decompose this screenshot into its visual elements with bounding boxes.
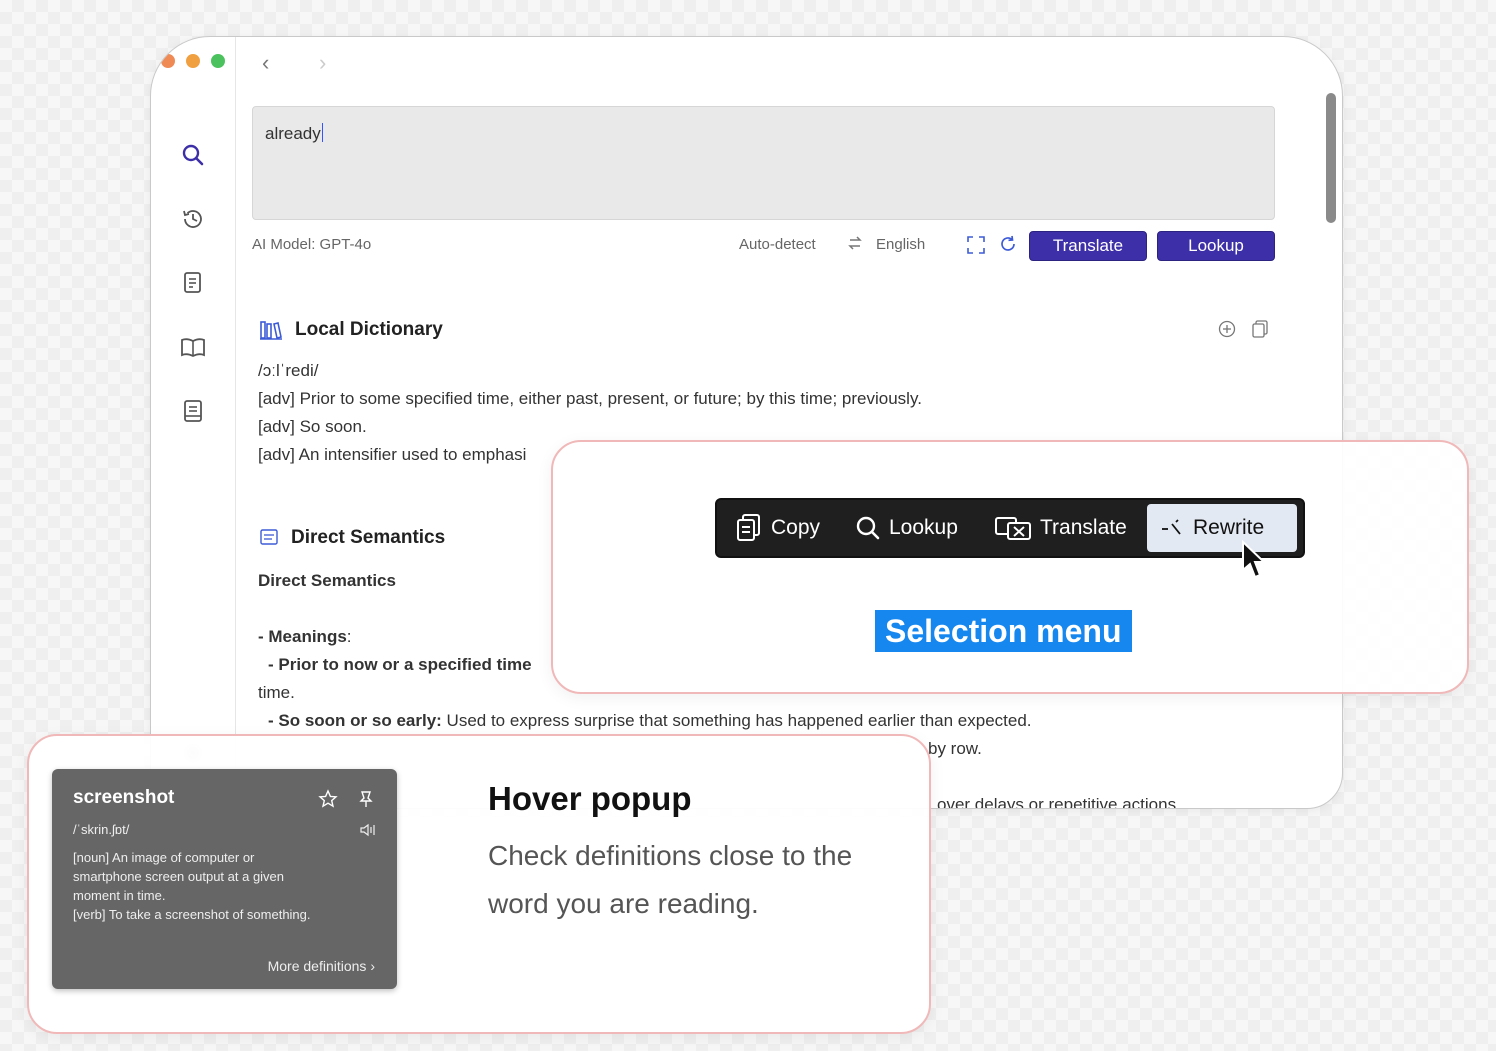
meaning-item-2-bold: - So soon or so early: (268, 711, 442, 730)
target-language-select[interactable]: English (876, 236, 925, 253)
search-icon[interactable] (179, 141, 207, 169)
refresh-icon[interactable] (998, 234, 1018, 258)
selection-lookup-label: Lookup (889, 516, 958, 539)
selection-rewrite-button[interactable]: Rewrite (1147, 504, 1297, 552)
mouse-cursor-icon (1241, 539, 1269, 587)
selection-rewrite-label: Rewrite (1193, 516, 1265, 539)
back-button[interactable]: ‹ (262, 51, 269, 75)
meaning-item-1: - Prior to now or a specified time (268, 655, 532, 674)
translate-button[interactable]: Translate (1029, 231, 1147, 261)
history-icon[interactable] (179, 205, 207, 233)
pin-icon[interactable] (358, 789, 374, 814)
selection-copy-button[interactable]: Copy (735, 500, 820, 556)
book-icon[interactable] (179, 333, 207, 361)
source-language-select[interactable]: Auto-detect (739, 236, 816, 253)
more-definitions-label: More definitions (267, 958, 367, 974)
dictionary-definition-2: [adv] So soon. (258, 417, 367, 436)
meanings-label-text: - Meanings (258, 627, 347, 646)
swap-language-icon[interactable] (847, 234, 863, 256)
hover-popup-description: Check definitions close to the word you … (488, 840, 853, 919)
lookup-button[interactable]: Lookup (1157, 231, 1275, 261)
selection-lookup-button[interactable]: Lookup (855, 500, 958, 556)
speaker-icon[interactable] (359, 823, 377, 842)
meanings-colon: : (346, 627, 352, 646)
semantics-section-icon (259, 527, 279, 552)
selection-menu-label: Selection menu (875, 610, 1132, 652)
hover-popup-card: screenshot /ˈskrin.ʃɒt/ [noun] An image … (27, 734, 931, 1034)
selection-menu: Copy Lookup Translate Rewrite (715, 498, 1305, 558)
dictionary-definition-1: [adv] Prior to some specified time, eith… (258, 389, 922, 408)
meaning-item-2-text: Used to express surprise that something … (441, 711, 1032, 730)
meaning-fragment-row: by row. (928, 739, 982, 758)
dictionary-definition-3: [adv] An intensifier used to emphasi (258, 445, 527, 464)
hover-popup-title: Hover popup (488, 780, 692, 817)
dictionary-section-icon (259, 319, 283, 346)
ai-model-label[interactable]: AI Model: GPT-4o (252, 236, 371, 253)
search-icon (856, 516, 880, 540)
popup-definition-verb: [verb] To take a screenshot of something… (73, 907, 311, 922)
meaning-fragment-actions: over delays or repetitive actions. (937, 795, 1181, 809)
sidebar (151, 37, 236, 808)
meanings-label: - Meanings: (258, 627, 352, 647)
selection-menu-card: Copy Lookup Translate Rewrite Selection … (551, 440, 1469, 694)
forward-button[interactable]: › (319, 51, 326, 75)
popup-definition-noun: [noun] An image of computer or smartphon… (73, 850, 285, 903)
copy-icon[interactable] (1251, 319, 1269, 344)
more-definitions-link[interactable]: More definitions › (268, 958, 375, 974)
selection-translate-label: Translate (1040, 516, 1127, 539)
text-caret (321, 123, 323, 142)
expand-icon[interactable] (966, 235, 986, 259)
copy-icon (737, 514, 760, 541)
wordbook-icon[interactable] (179, 397, 207, 425)
meaning-item-1-cont: time. (258, 683, 295, 702)
popup-phonetic: /ˈskrin.ʃɒt/ (73, 822, 130, 837)
selection-translate-button[interactable]: Translate (994, 500, 1127, 556)
hover-popup: screenshot /ˈskrin.ʃɒt/ [noun] An image … (52, 769, 397, 989)
meaning-item-2: - So soon or so early: Used to express s… (268, 711, 1032, 731)
query-text: already (265, 124, 321, 143)
dictionary-phonetic: /ɔːlˈredi/ (258, 361, 319, 380)
rewrite-icon (1162, 519, 1181, 535)
direct-semantics-title: Direct Semantics (291, 527, 446, 548)
local-dictionary-title: Local Dictionary (295, 319, 443, 340)
selection-copy-label: Copy (771, 516, 821, 539)
notes-icon[interactable] (179, 269, 207, 297)
popup-word: screenshot (73, 787, 175, 808)
add-icon[interactable] (1218, 320, 1236, 343)
query-input[interactable]: already (252, 106, 1275, 220)
scrollbar[interactable] (1326, 93, 1336, 223)
star-icon[interactable] (318, 789, 338, 814)
translate-icon (995, 517, 1031, 540)
direct-semantics-subtitle: Direct Semantics (258, 571, 396, 590)
chevron-right-icon: › (370, 958, 375, 974)
